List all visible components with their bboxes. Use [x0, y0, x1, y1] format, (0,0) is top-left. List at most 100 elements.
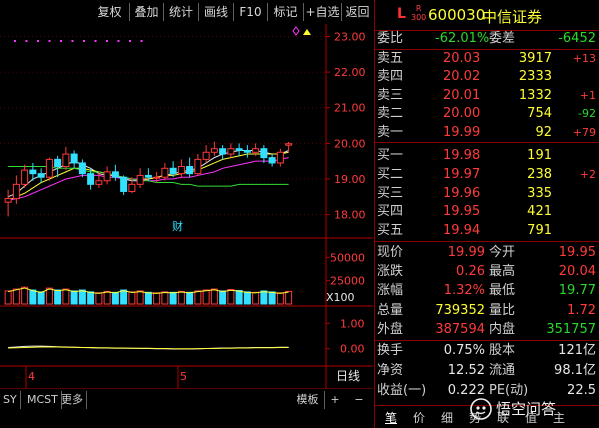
candle-body: [95, 180, 103, 185]
month-label: 5: [180, 370, 187, 383]
marker-dot: [48, 40, 51, 42]
candle-body: [235, 148, 243, 151]
financial-report-marker: 财: [172, 219, 183, 233]
draw-line-button[interactable]: 画线: [199, 3, 234, 21]
volume-bar: [37, 291, 45, 305]
price-tick-label: 19.00: [334, 173, 366, 186]
sell-change: +1: [579, 88, 596, 102]
price-grid: [0, 24, 373, 390]
candle-body: [70, 153, 78, 164]
volume-unit-label: X100: [326, 291, 355, 304]
stat-row: 涨跌 0.26 最高 20.04: [375, 263, 599, 281]
add-watchlist-button[interactable]: +自选: [304, 3, 342, 21]
volume-bar: [285, 290, 293, 305]
divider: [375, 142, 599, 143]
buy-label: 买二: [377, 166, 404, 182]
candle: [186, 157, 194, 178]
candle: [235, 143, 243, 156]
price-tick-label: 18.00: [334, 209, 366, 222]
diamond-icon: [292, 26, 300, 36]
volume-bar: [194, 290, 202, 305]
quote-tab[interactable]: 笔: [385, 409, 397, 426]
zoom-in-button[interactable]: +: [328, 391, 342, 409]
stat-label: 流通: [489, 363, 516, 379]
stock-letter: L: [397, 6, 406, 22]
candle: [21, 164, 29, 188]
mark-button[interactable]: 标记: [268, 3, 304, 21]
candle-body: [128, 183, 136, 192]
candle-body: [54, 158, 62, 168]
template-button[interactable]: 模板: [291, 391, 325, 409]
candle: [219, 145, 227, 160]
tab-more[interactable]: 更多: [58, 391, 87, 409]
marker-dot: [71, 40, 74, 42]
stat-value: 387594: [435, 321, 485, 337]
zoom-out-button[interactable]: −: [352, 391, 366, 409]
stat-label: 涨幅: [377, 283, 404, 299]
marker-dot: [37, 40, 39, 42]
restore-rights-button[interactable]: 复权: [90, 3, 130, 21]
sell-volume: 3917: [518, 51, 552, 66]
candle: [268, 154, 276, 167]
stat-value: 12.52: [447, 363, 485, 379]
stat-label: 总量: [377, 302, 404, 318]
candle-body: [285, 143, 293, 146]
candle: [111, 164, 119, 181]
tab-sy[interactable]: SY: [0, 391, 21, 409]
indicator-panel: [8, 345, 289, 350]
candle-body: [111, 171, 119, 178]
volume-bar: [186, 291, 194, 305]
tab-mcst[interactable]: MCST: [24, 391, 62, 409]
stat-value: 22.5: [567, 383, 596, 399]
sell-label: 卖三: [377, 87, 404, 103]
volume-bar: [136, 290, 144, 305]
price-panel: 财: [4, 26, 311, 233]
candle-body: [136, 174, 144, 185]
volume-bar: [260, 290, 268, 305]
candle-body: [29, 169, 37, 175]
candle-body: [144, 174, 152, 178]
stat-value: 19.95: [558, 245, 596, 260]
buy-price: 19.96: [443, 185, 481, 201]
back-button[interactable]: 返回: [342, 3, 373, 21]
quote-tab[interactable]: 细: [441, 409, 453, 426]
volume-bar: [235, 289, 243, 305]
stat-row: 涨幅 1.32% 最低 19.77: [375, 282, 599, 300]
stock-code: 600030: [428, 6, 486, 24]
sell-label: 卖四: [377, 69, 404, 85]
volume-bar: [276, 292, 284, 305]
candle: [285, 141, 293, 152]
indicator-tick-label: 0.00: [340, 343, 365, 356]
volume-bar: [111, 291, 119, 305]
sell-price: 20.02: [443, 69, 481, 85]
price-tick-label: 23.00: [334, 30, 366, 43]
volume-bar: [243, 291, 251, 305]
buy-change: +2: [579, 167, 596, 181]
volume-bar: [103, 290, 111, 305]
candle-body: [153, 176, 161, 179]
buy-row: 买一 19.98 191: [375, 147, 599, 165]
stat-value: 0.26: [456, 264, 485, 280]
period-label: 日线: [336, 369, 360, 383]
candle-body: [62, 153, 70, 168]
quote-tab[interactable]: 价: [413, 409, 425, 426]
sell-volume: 2333: [518, 69, 552, 85]
candle: [276, 148, 284, 167]
sell-label: 卖二: [377, 106, 404, 122]
buy-row: 买五 19.94 791: [375, 222, 599, 240]
stat-label: 量比: [489, 302, 516, 318]
stat-label: 外盘: [377, 321, 404, 337]
candle: [161, 162, 169, 181]
stat-label: 股本: [489, 343, 516, 358]
triangle-icon: [303, 29, 311, 35]
f10-button[interactable]: F10: [234, 3, 268, 21]
sell-row: 卖五 20.03 3917 +13: [375, 50, 599, 68]
buy-volume: 238: [527, 166, 552, 182]
statistics-button[interactable]: 统计: [164, 3, 199, 21]
kline-chart[interactable]: 财 23.00 22.00 21.00 20.00 19.00 18.00 50000 250…: [0, 24, 373, 390]
candle-body: [45, 158, 53, 178]
sell-price: 20.00: [443, 106, 481, 122]
overlay-button[interactable]: 叠加: [130, 3, 164, 21]
stock-name: 中信证券: [482, 8, 543, 26]
candle-body: [103, 171, 111, 182]
